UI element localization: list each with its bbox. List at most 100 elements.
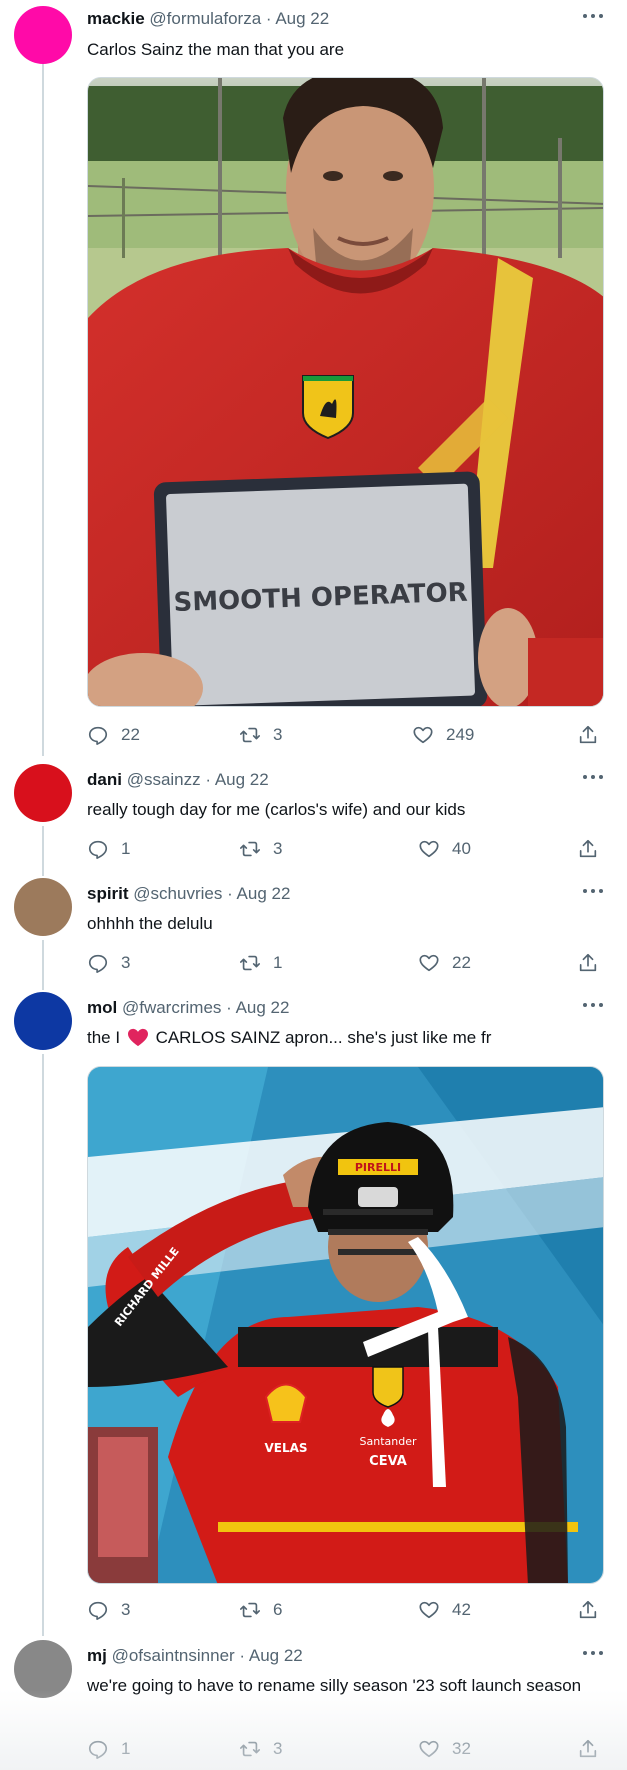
sponsor-text-3: CEVA bbox=[369, 1454, 407, 1469]
handle[interactable]: @ssainzz bbox=[127, 770, 201, 789]
reply-button[interactable]: 3 bbox=[87, 951, 130, 975]
share-icon bbox=[579, 725, 597, 744]
avatar[interactable] bbox=[14, 1640, 72, 1698]
reply-button[interactable]: 22 bbox=[87, 723, 140, 747]
retweet-icon bbox=[240, 841, 260, 857]
avatar[interactable] bbox=[14, 878, 72, 936]
timestamp[interactable]: Aug 22 bbox=[249, 1646, 303, 1665]
tweet-header: mj @ofsaintnsinner · Aug 22 bbox=[87, 1646, 303, 1666]
share-button[interactable] bbox=[577, 723, 599, 747]
avatar[interactable] bbox=[14, 6, 72, 64]
tweet-text: ohhhh the delulu bbox=[87, 914, 213, 933]
reply-icon bbox=[88, 954, 108, 973]
tweet-header: mol @fwarcrimes · Aug 22 bbox=[87, 998, 289, 1018]
reply-count: 3 bbox=[121, 953, 131, 972]
display-name[interactable]: dani bbox=[87, 770, 122, 789]
share-button[interactable] bbox=[577, 837, 599, 861]
timestamp[interactable]: Aug 22 bbox=[236, 998, 290, 1017]
more-icon[interactable] bbox=[583, 1649, 605, 1657]
display-name[interactable]: mackie bbox=[87, 9, 145, 28]
retweet-count: 6 bbox=[273, 1600, 283, 1619]
like-button[interactable]: 249 bbox=[412, 723, 474, 747]
sponsor-text-2: Santander bbox=[360, 1435, 417, 1448]
share-icon bbox=[579, 1600, 597, 1619]
sponsor-text-1: VELAS bbox=[264, 1441, 307, 1455]
retweet-button[interactable]: 3 bbox=[239, 723, 282, 747]
share-button[interactable] bbox=[577, 1598, 599, 1622]
reply-count: 1 bbox=[121, 1739, 131, 1758]
share-button[interactable] bbox=[577, 951, 599, 975]
avatar[interactable] bbox=[14, 764, 72, 822]
retweet-icon bbox=[240, 1602, 260, 1618]
reply-button[interactable]: 3 bbox=[87, 1598, 130, 1622]
retweet-icon bbox=[240, 727, 260, 743]
tweet-text-start: the I bbox=[87, 1028, 121, 1047]
separator: · bbox=[221, 998, 236, 1017]
tweet[interactable]: dani @ssainzz · Aug 22 really tough day … bbox=[0, 760, 627, 870]
reply-button[interactable]: 1 bbox=[87, 1737, 130, 1761]
reply-icon bbox=[88, 726, 108, 745]
retweet-button[interactable]: 1 bbox=[239, 951, 282, 975]
like-count: 42 bbox=[452, 1600, 471, 1619]
like-button[interactable]: 22 bbox=[418, 951, 471, 975]
tweet-text: the I CARLOS SAINZ apron... she's just l… bbox=[87, 1026, 607, 1050]
tweet-actions: 1 3 32 bbox=[87, 1737, 607, 1761]
like-button[interactable]: 42 bbox=[418, 1598, 471, 1622]
retweet-button[interactable]: 3 bbox=[239, 1737, 282, 1761]
tweet-header: spirit @schuvries · Aug 22 bbox=[87, 884, 290, 904]
tweet-actions: 1 3 40 bbox=[87, 837, 607, 861]
like-icon bbox=[419, 1601, 439, 1619]
tweet-actions: 3 1 22 bbox=[87, 951, 607, 975]
handle[interactable]: @ofsaintnsinner bbox=[112, 1646, 235, 1665]
handle[interactable]: @schuvries bbox=[133, 884, 222, 903]
helmet-brand-text: PIRELLI bbox=[355, 1161, 401, 1174]
handle[interactable]: @formulaforza bbox=[149, 9, 261, 28]
retweet-button[interactable]: 6 bbox=[239, 1598, 282, 1622]
timestamp[interactable]: Aug 22 bbox=[215, 770, 269, 789]
like-icon bbox=[413, 726, 433, 744]
separator: · bbox=[234, 1646, 249, 1665]
tweet-photo[interactable]: SMOOTH OPERATOR bbox=[87, 77, 604, 707]
reply-count: 3 bbox=[121, 1600, 131, 1619]
display-name[interactable]: spirit bbox=[87, 884, 129, 903]
tweet-actions: 3 6 42 bbox=[87, 1598, 607, 1622]
like-button[interactable]: 32 bbox=[418, 1737, 471, 1761]
more-icon[interactable] bbox=[583, 773, 605, 781]
reply-icon bbox=[88, 840, 108, 859]
tweet-text: we're going to have to rename silly seas… bbox=[87, 1676, 582, 1695]
display-name[interactable]: mol bbox=[87, 998, 117, 1017]
retweet-count: 1 bbox=[273, 953, 283, 972]
tweet-text: really tough day for me (carlos's wife) … bbox=[87, 800, 466, 819]
more-icon[interactable] bbox=[583, 1001, 605, 1009]
reply-button[interactable]: 1 bbox=[87, 837, 130, 861]
separator: · bbox=[200, 770, 215, 789]
handle[interactable]: @fwarcrimes bbox=[122, 998, 221, 1017]
retweet-button[interactable]: 3 bbox=[239, 837, 282, 861]
like-count: 40 bbox=[452, 839, 471, 858]
retweet-count: 3 bbox=[273, 1739, 283, 1758]
share-button[interactable] bbox=[577, 1737, 599, 1761]
separator: · bbox=[222, 884, 237, 903]
tweet[interactable]: mol @fwarcrimes · Aug 22 the I CARLOS SA… bbox=[0, 988, 627, 1628]
like-count: 249 bbox=[446, 725, 475, 744]
tweet[interactable]: mj @ofsaintnsinner · Aug 22 we're going … bbox=[0, 1636, 627, 1770]
more-icon[interactable] bbox=[583, 887, 605, 895]
reply-count: 1 bbox=[121, 839, 131, 858]
retweet-count: 3 bbox=[273, 725, 283, 744]
like-icon bbox=[419, 840, 439, 858]
tweet-header: dani @ssainzz · Aug 22 bbox=[87, 770, 269, 790]
heart-emoji bbox=[127, 1028, 148, 1047]
timestamp[interactable]: Aug 22 bbox=[275, 9, 329, 28]
timestamp[interactable]: Aug 22 bbox=[237, 884, 291, 903]
reply-count: 22 bbox=[121, 725, 140, 744]
tweet[interactable]: mackie @formulaforza · Aug 22 Carlos Sai… bbox=[0, 0, 627, 752]
share-icon bbox=[579, 953, 597, 972]
display-name[interactable]: mj bbox=[87, 1646, 107, 1665]
tweet[interactable]: spirit @schuvries · Aug 22 ohhhh the del… bbox=[0, 874, 627, 984]
like-button[interactable]: 40 bbox=[418, 837, 471, 861]
more-icon[interactable] bbox=[583, 12, 605, 20]
share-icon bbox=[579, 1739, 597, 1758]
share-icon bbox=[579, 839, 597, 858]
avatar[interactable] bbox=[14, 992, 72, 1050]
tweet-photo[interactable]: RICHARD MILLE PIRELLI VELAS Santander CE… bbox=[87, 1066, 604, 1584]
